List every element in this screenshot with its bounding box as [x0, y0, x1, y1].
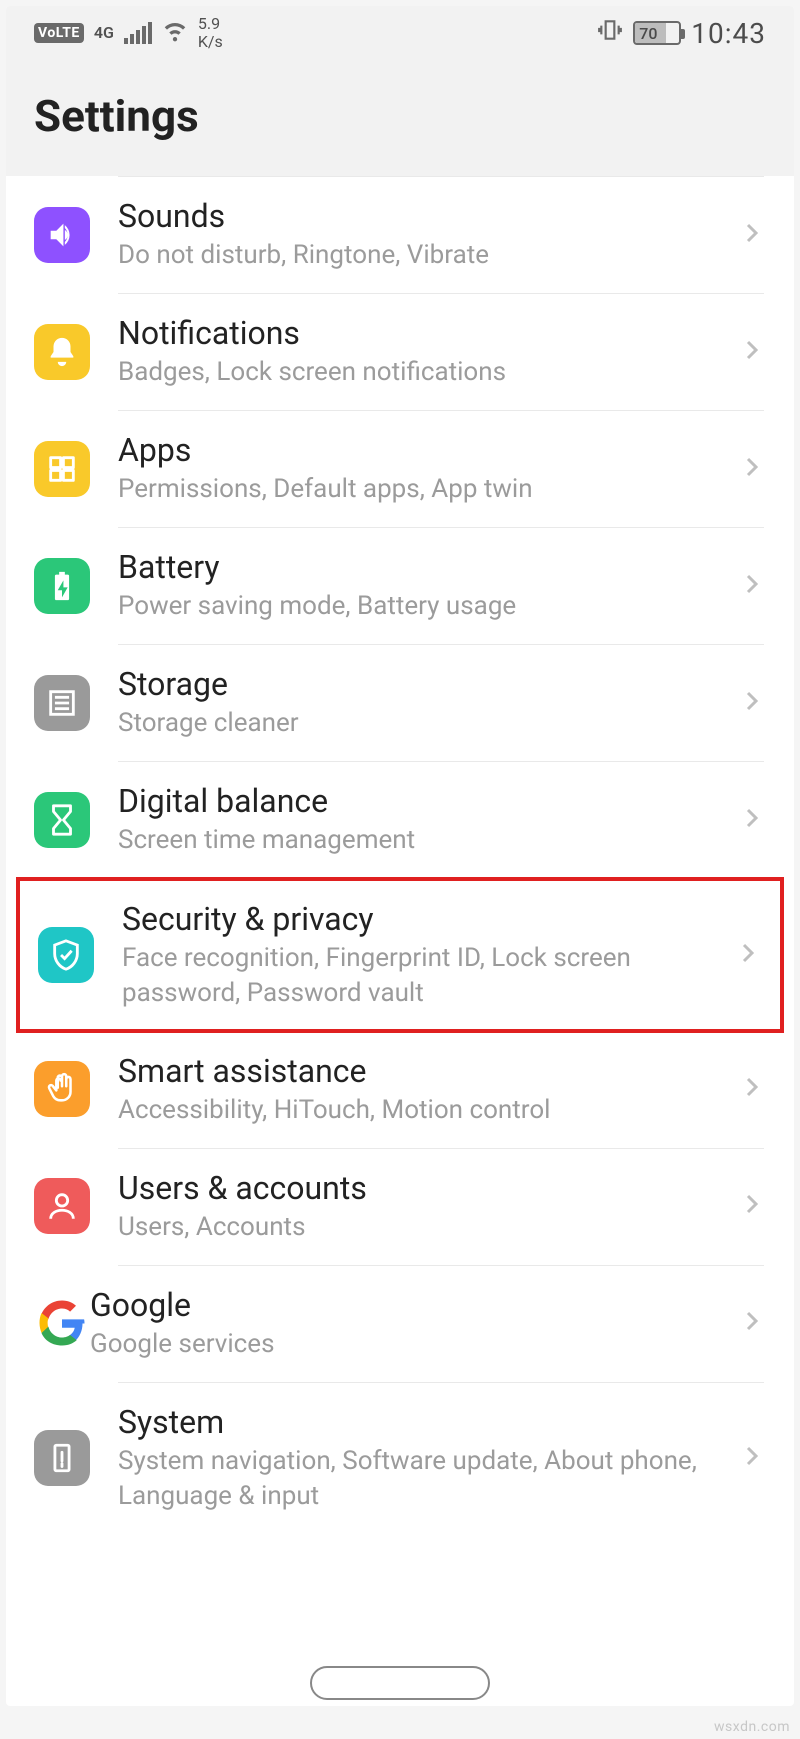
chevron-right-icon: [736, 941, 760, 969]
chevron-right-icon: [740, 221, 764, 249]
item-subtitle: Storage cleaner: [118, 706, 728, 741]
signal-icon: [124, 22, 152, 44]
item-subtitle: Google services: [90, 1327, 728, 1362]
battery-charging-icon: [34, 558, 90, 614]
clock: 10:43: [691, 17, 766, 50]
chevron-right-icon: [740, 338, 764, 366]
chevron-right-icon: [740, 1444, 764, 1472]
item-subtitle: Permissions, Default apps, App twin: [118, 472, 728, 507]
google-icon: [34, 1295, 90, 1351]
chevron-right-icon: [740, 1192, 764, 1220]
settings-item-google[interactable]: Google Google services: [6, 1265, 794, 1382]
item-subtitle: System navigation, Software update, Abou…: [118, 1444, 728, 1514]
item-label: Notifications: [118, 313, 728, 353]
page-header: Settings: [6, 60, 794, 176]
chevron-right-icon: [740, 689, 764, 717]
chevron-right-icon: [740, 572, 764, 600]
item-label: Storage: [118, 664, 728, 704]
settings-item-users-accounts[interactable]: Users & accounts Users, Accounts: [6, 1148, 794, 1265]
item-subtitle: Face recognition, Fingerprint ID, Lock s…: [122, 941, 724, 1011]
settings-item-notifications[interactable]: Notifications Badges, Lock screen notifi…: [6, 293, 794, 410]
network-label: 4G: [94, 25, 114, 41]
item-label: Digital balance: [118, 781, 728, 821]
settings-item-apps[interactable]: Apps Permissions, Default apps, App twin: [6, 410, 794, 527]
settings-item-battery[interactable]: Battery Power saving mode, Battery usage: [6, 527, 794, 644]
item-subtitle: Do not disturb, Ringtone, Vibrate: [118, 238, 728, 273]
shield-check-icon: [38, 927, 94, 983]
item-label: Apps: [118, 430, 728, 470]
item-subtitle: Screen time management: [118, 823, 728, 858]
wifi-icon: [162, 17, 188, 49]
volte-badge: VoLTE: [34, 23, 84, 43]
settings-item-storage[interactable]: Storage Storage cleaner: [6, 644, 794, 761]
chevron-right-icon: [740, 806, 764, 834]
chevron-right-icon: [740, 455, 764, 483]
system-info-icon: [34, 1430, 90, 1486]
item-label: System: [118, 1402, 728, 1442]
item-label: Google: [90, 1285, 728, 1325]
status-left: VoLTE 4G 5.9 K/s: [34, 15, 223, 50]
status-bar: VoLTE 4G 5.9 K/s 70 10:43: [6, 6, 794, 60]
settings-item-system[interactable]: System System navigation, Software updat…: [6, 1382, 794, 1534]
hand-icon: [34, 1061, 90, 1117]
hourglass-icon: [34, 792, 90, 848]
settings-item-security-privacy[interactable]: Security & privacy Face recognition, Fin…: [16, 877, 784, 1033]
settings-item-sounds[interactable]: Sounds Do not disturb, Ringtone, Vibrate: [6, 176, 794, 293]
gesture-nav-pill[interactable]: [310, 1666, 490, 1700]
item-label: Users & accounts: [118, 1168, 728, 1208]
settings-item-smart-assistance[interactable]: Smart assistance Accessibility, HiTouch,…: [6, 1031, 794, 1148]
item-label: Sounds: [118, 196, 728, 236]
status-right: 70 10:43: [597, 17, 766, 50]
user-icon: [34, 1178, 90, 1234]
item-label: Smart assistance: [118, 1051, 728, 1091]
settings-list: Sounds Do not disturb, Ringtone, Vibrate…: [6, 176, 794, 1534]
apps-icon: [34, 441, 90, 497]
chevron-right-icon: [740, 1075, 764, 1103]
item-label: Security & privacy: [122, 899, 724, 939]
item-subtitle: Accessibility, HiTouch, Motion control: [118, 1093, 728, 1128]
item-subtitle: Power saving mode, Battery usage: [118, 589, 728, 624]
item-subtitle: Badges, Lock screen notifications: [118, 355, 728, 390]
item-subtitle: Users, Accounts: [118, 1210, 728, 1245]
chevron-right-icon: [740, 1309, 764, 1337]
volume-icon: [34, 207, 90, 263]
network-speed: 5.9 K/s: [198, 15, 223, 50]
battery-icon: 70: [633, 21, 681, 45]
item-label: Battery: [118, 547, 728, 587]
page-title: Settings: [34, 90, 766, 142]
settings-item-digital-balance[interactable]: Digital balance Screen time management: [6, 761, 794, 878]
vibrate-icon: [597, 17, 623, 49]
bell-icon: [34, 324, 90, 380]
storage-icon: [34, 675, 90, 731]
